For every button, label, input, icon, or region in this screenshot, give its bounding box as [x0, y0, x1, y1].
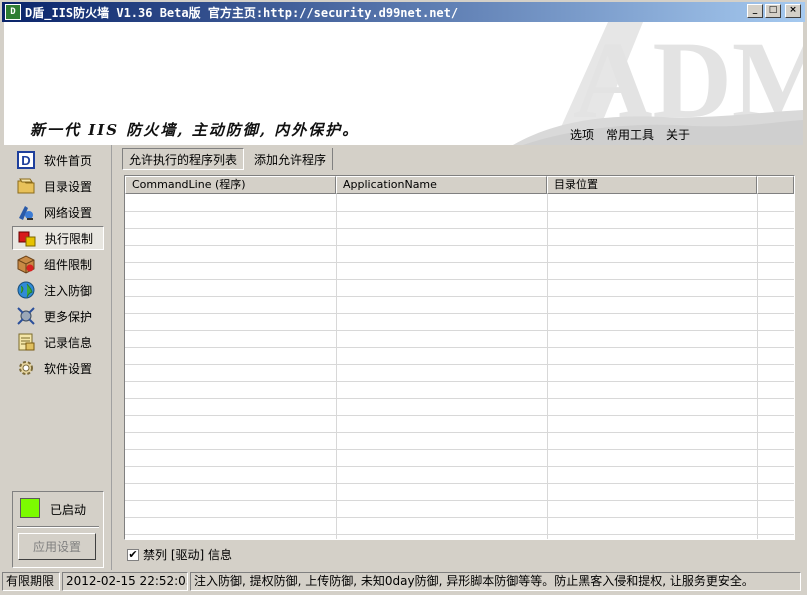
svg-text:D: D: [21, 153, 30, 168]
status-bar: 有限期限 2012-02-15 22:52:03 注入防御, 提权防御, 上传防…: [2, 572, 805, 591]
menu-tools[interactable]: 常用工具: [606, 126, 654, 143]
table-row: [125, 415, 794, 416]
tab-bar: 允许执行的程序列表 添加允许程序: [122, 148, 334, 170]
menu-about[interactable]: 关于: [666, 126, 690, 143]
table-row: [125, 466, 794, 467]
table-row: [125, 313, 794, 314]
table-row: [125, 483, 794, 484]
sidebar-item-injection[interactable]: 注入防御: [12, 278, 104, 302]
table-row: [125, 534, 794, 535]
sidebar-item-label: 更多保护: [44, 309, 93, 324]
table-header: CommandLine (程序) ApplicationName 目录位置: [125, 176, 794, 194]
status-message: 注入防御, 提权防御, 上传防御, 未知0day防御, 异形脚本防御等等。防止黑…: [190, 572, 801, 591]
status-license: 有限期限: [2, 572, 60, 591]
sidebar-item-label: 目录设置: [44, 179, 93, 194]
table-row: [125, 262, 794, 263]
table-row: [125, 330, 794, 331]
folder-icon: [17, 178, 35, 194]
sidebar-item-label: 网络设置: [44, 205, 93, 220]
tab-add-program[interactable]: 添加允许程序: [248, 148, 334, 170]
apply-settings-button[interactable]: 应用设置: [18, 533, 96, 560]
banner: ADM 新一代 IIS 防火墙, 主动防御, 内外保护。 选项 常用工具 关于: [4, 22, 803, 145]
app-icon: D: [5, 4, 21, 20]
blocks-icon: [18, 231, 36, 247]
sidebar-item-logs[interactable]: 记录信息: [12, 330, 104, 354]
app-window: D D盾_IIS防火墙 V1.36 Beta版 官方主页:http://secu…: [0, 0, 807, 595]
table-row: [125, 364, 794, 365]
sidebar-item-label: 软件设置: [44, 361, 93, 376]
minimize-button[interactable]: _: [747, 4, 763, 18]
sidebar-item-label: 执行限制: [45, 231, 94, 246]
table-row: [125, 432, 794, 433]
sidebar-item-settings[interactable]: 软件设置: [12, 356, 104, 380]
gear-icon: [19, 361, 33, 375]
table-row: [125, 449, 794, 450]
d-logo-icon: D: [17, 151, 35, 169]
table-row: [125, 347, 794, 348]
satellite-icon: [17, 307, 35, 325]
table-row: [125, 398, 794, 399]
top-menu: 选项 常用工具 关于: [570, 126, 702, 143]
banner-slogan: 新一代 IIS 防火墙, 主动防御, 内外保护。: [30, 121, 360, 139]
hide-drivers-checkbox[interactable]: ✔: [127, 548, 139, 561]
sidebar-item-home[interactable]: D 软件首页: [12, 148, 104, 172]
table-row: [125, 296, 794, 297]
sidebar-item-network[interactable]: 网络设置: [12, 200, 104, 224]
table-row: [125, 228, 794, 229]
tab-allowed-programs[interactable]: 允许执行的程序列表: [122, 148, 245, 170]
window-controls: _ □ ×: [745, 4, 801, 18]
package-icon: [17, 255, 35, 274]
table-row: [125, 381, 794, 382]
hide-drivers-option[interactable]: ✔ 禁列 [驱动] 信息: [127, 546, 232, 563]
table-body: [125, 194, 794, 539]
sidebar-item-directory[interactable]: 目录设置: [12, 174, 104, 198]
sidebar-item-label: 软件首页: [44, 153, 93, 168]
sidebar-item-label: 组件限制: [44, 257, 93, 272]
status-label: 已启动: [50, 503, 87, 517]
close-button[interactable]: ×: [785, 4, 801, 18]
allowed-programs-table[interactable]: CommandLine (程序) ApplicationName 目录位置: [124, 175, 795, 540]
sidebar-item-more-protection[interactable]: 更多保护: [12, 304, 104, 328]
table-row: [125, 279, 794, 280]
sidebar: D 软件首页 目录设置 网络设置 执行限制 组件限制 注入防御 更多保护 记录信…: [4, 145, 112, 570]
status-indicator: [20, 498, 40, 518]
table-row: [125, 245, 794, 246]
table-row: [125, 517, 794, 518]
window-title: D盾_IIS防火墙 V1.36 Beta版 官方主页:http://securi…: [25, 5, 459, 20]
sidebar-item-components[interactable]: 组件限制: [12, 252, 104, 276]
column-header-commandline[interactable]: CommandLine (程序): [125, 176, 336, 194]
title-bar[interactable]: D D盾_IIS防火墙 V1.36 Beta版 官方主页:http://secu…: [2, 2, 805, 22]
network-icon: [19, 206, 33, 220]
menu-options[interactable]: 选项: [570, 126, 594, 143]
globe-icon: [17, 281, 35, 299]
sidebar-item-label: 记录信息: [44, 335, 93, 350]
table-row: [125, 500, 794, 501]
column-header-application[interactable]: ApplicationName: [336, 176, 547, 194]
service-status-panel: 已启动 应用设置: [12, 491, 104, 568]
column-header-extra[interactable]: [757, 176, 794, 194]
divider: [17, 526, 99, 528]
hide-drivers-label: 禁列 [驱动] 信息: [143, 548, 232, 562]
column-header-directory[interactable]: 目录位置: [547, 176, 757, 194]
sidebar-item-label: 注入防御: [44, 283, 93, 298]
maximize-button[interactable]: □: [765, 4, 781, 18]
sidebar-item-execution[interactable]: 执行限制: [12, 226, 104, 250]
status-datetime: 2012-02-15 22:52:03: [62, 572, 188, 591]
table-row: [125, 211, 794, 212]
log-icon: [18, 333, 35, 351]
